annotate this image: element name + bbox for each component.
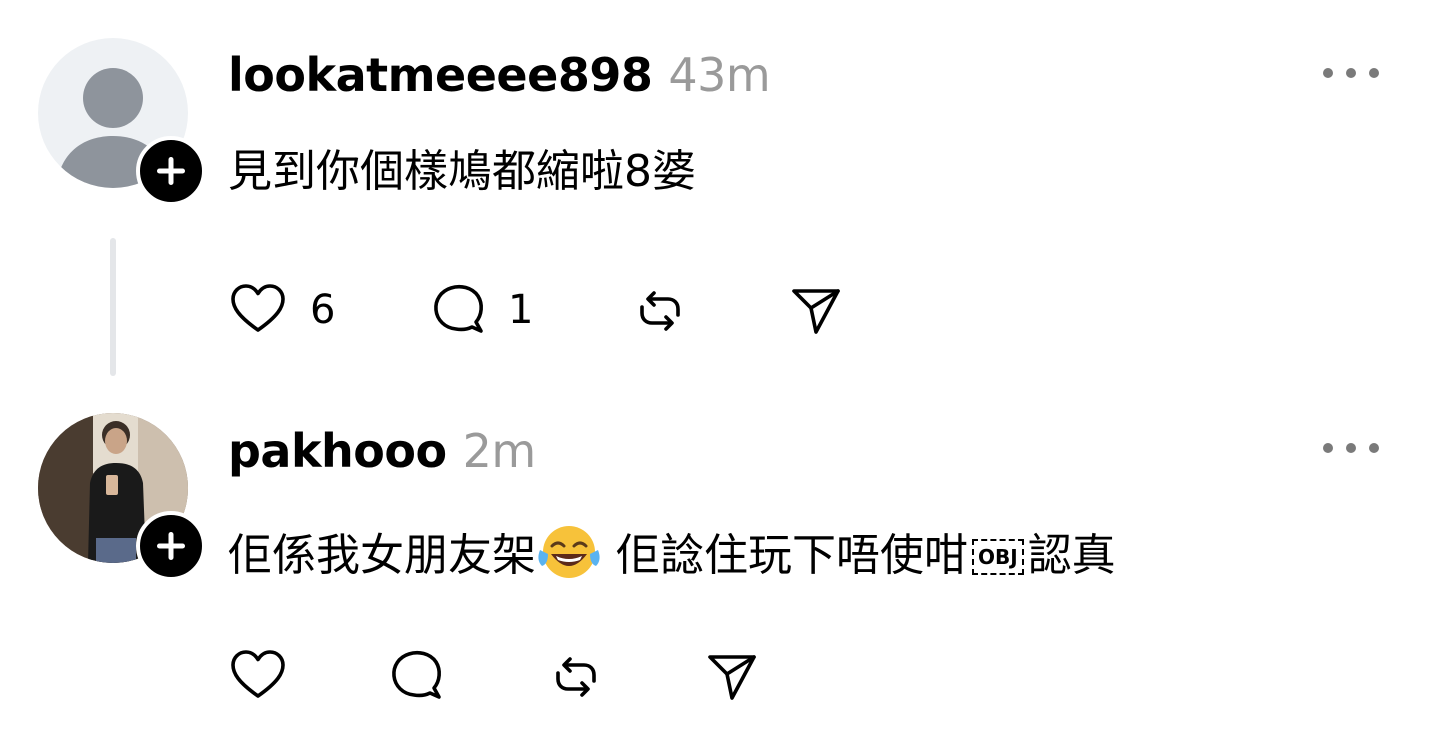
heart-icon [231, 650, 285, 698]
plus-icon [157, 157, 185, 185]
reply-count: 1 [508, 287, 534, 333]
repost-icon [556, 657, 596, 697]
face-with-tears-of-joy-icon [536, 524, 602, 580]
heart-icon [231, 284, 285, 332]
plus-icon [157, 532, 185, 560]
post-text: 佢係我女朋友架 佢諗住玩下唔使咁 OBJ 認真 [228, 524, 1116, 580]
send-icon [708, 655, 756, 700]
like-count: 6 [310, 287, 336, 333]
username[interactable]: lookatmeeee898 43m [228, 52, 771, 98]
repost-button[interactable] [546, 648, 606, 704]
username-text: lookatmeeee898 [228, 48, 653, 102]
post-text-part: 認真 [1027, 530, 1116, 581]
object-placeholder: OBJ [972, 539, 1024, 575]
more-options-button[interactable] [1318, 428, 1384, 468]
repost-icon [640, 291, 680, 331]
post-text: 見到你個樣鳩都縮啦8婆 [228, 146, 696, 197]
username[interactable]: pakhooo 2m [228, 428, 536, 474]
follow-button[interactable] [136, 511, 206, 581]
more-options-icon [1323, 68, 1379, 78]
more-options-button[interactable] [1318, 53, 1384, 93]
avatar-wrap [38, 413, 206, 581]
post-text-part: 佢諗住玩下唔使咁 [602, 530, 968, 581]
reply-button[interactable] [388, 648, 444, 704]
comment-icon [392, 650, 441, 699]
post-text-part: 佢係我女朋友架 [228, 530, 536, 581]
reply-button[interactable]: 1 [430, 282, 533, 338]
comment-icon [434, 284, 483, 333]
share-button[interactable] [704, 648, 760, 704]
avatar-wrap [38, 38, 206, 206]
follow-button[interactable] [136, 136, 206, 206]
username-text: pakhooo [228, 424, 447, 478]
timestamp: 2m [462, 424, 537, 478]
share-button[interactable] [788, 282, 844, 338]
thread-line [110, 238, 116, 376]
more-options-icon [1323, 443, 1379, 453]
like-button[interactable] [228, 648, 288, 704]
repost-button[interactable] [630, 282, 690, 338]
like-button[interactable]: 6 [228, 282, 335, 338]
send-icon [792, 289, 840, 334]
timestamp: 43m [668, 48, 771, 102]
